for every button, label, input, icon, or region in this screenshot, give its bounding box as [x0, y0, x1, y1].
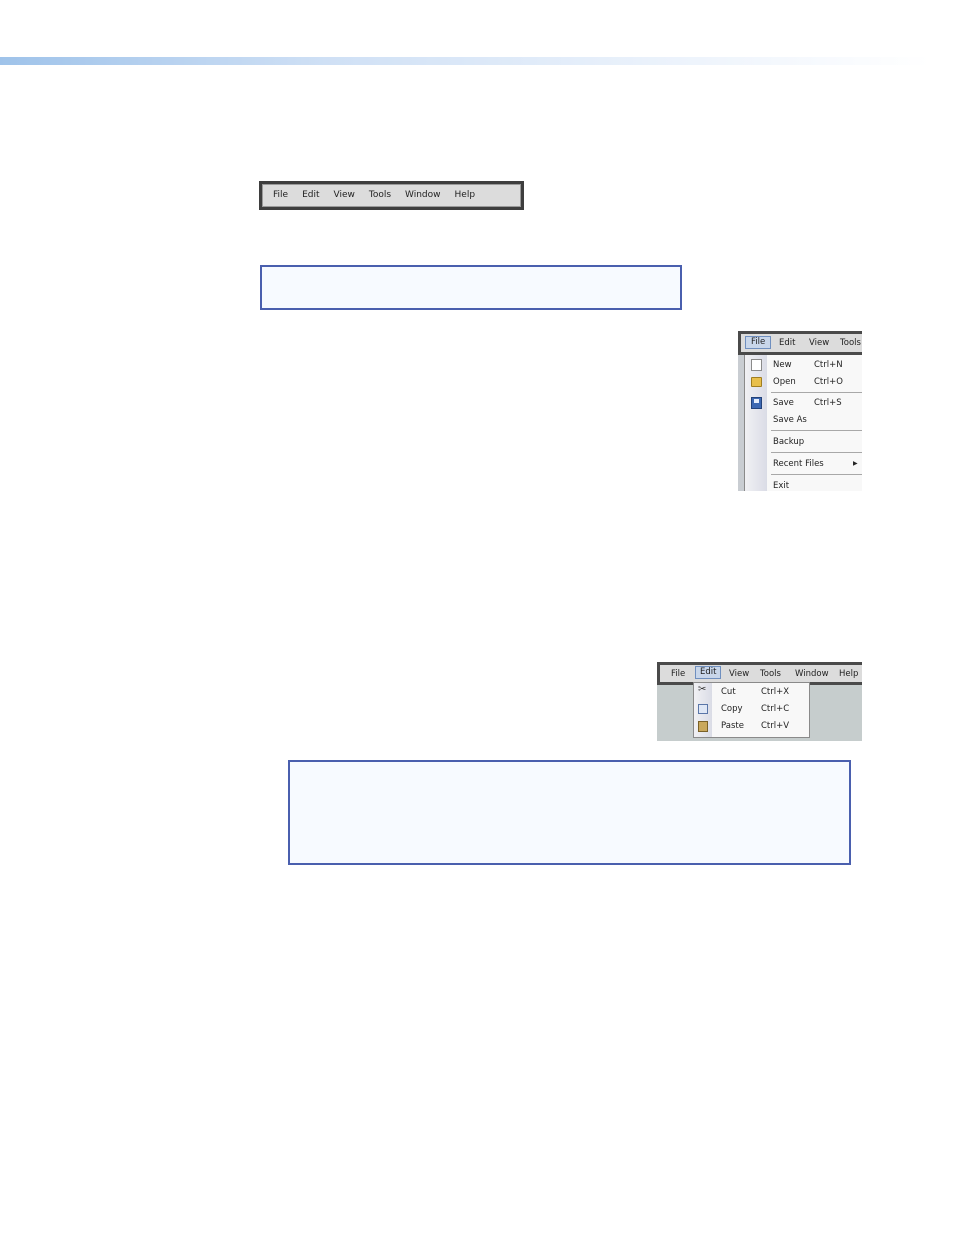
- menu-window[interactable]: Window: [795, 670, 829, 679]
- menu-file[interactable]: File: [273, 191, 288, 200]
- clipboard-icon: [698, 721, 708, 732]
- main-menubar-screenshot: File Edit View Tools Window Help: [259, 181, 524, 210]
- menu-item-open[interactable]: Open Ctrl+O: [773, 375, 862, 389]
- menu-item-backup[interactable]: Backup: [773, 435, 862, 449]
- menu-edit-active[interactable]: Edit: [695, 666, 722, 679]
- note-box-2: [288, 760, 851, 865]
- submenu-arrow-icon: ▶: [853, 460, 858, 467]
- menu-help[interactable]: Help: [839, 670, 858, 679]
- menu-view[interactable]: View: [809, 339, 829, 348]
- menu-view[interactable]: View: [334, 191, 355, 200]
- menu-separator: [771, 452, 862, 453]
- menu-separator: [771, 430, 862, 431]
- header-band: [0, 57, 930, 65]
- menu-window[interactable]: Window: [405, 191, 441, 200]
- menu-edit[interactable]: Edit: [779, 339, 795, 348]
- menu-separator: [771, 474, 862, 475]
- new-document-icon: [751, 359, 762, 371]
- menu-tools[interactable]: Tools: [369, 191, 391, 200]
- menu-item-paste[interactable]: Paste Ctrl+V: [721, 719, 811, 733]
- menu-item-save[interactable]: Save Ctrl+S: [773, 396, 862, 410]
- menu-help[interactable]: Help: [455, 191, 476, 200]
- main-menubar: File Edit View Tools Window Help: [262, 184, 521, 207]
- file-menu-screenshot: File Edit View Tools New Ctrl+N Open Ctr…: [738, 331, 862, 491]
- menu-item-exit[interactable]: Exit: [773, 479, 862, 491]
- menu-tools[interactable]: Tools: [840, 339, 861, 348]
- save-disk-icon: [751, 397, 762, 409]
- menu-file[interactable]: File: [671, 670, 685, 679]
- menu-item-cut[interactable]: Cut Ctrl+X: [721, 685, 811, 699]
- menu-item-new[interactable]: New Ctrl+N: [773, 358, 862, 372]
- file-shot-menubar: File Edit View Tools: [738, 331, 862, 355]
- menu-item-recent-files[interactable]: Recent Files ▶: [773, 457, 862, 471]
- note-box-1: [260, 265, 682, 310]
- menu-edit[interactable]: Edit: [302, 191, 319, 200]
- open-folder-icon: [751, 377, 762, 387]
- menu-file-active[interactable]: File: [745, 336, 772, 349]
- file-dropdown-menu: New Ctrl+N Open Ctrl+O Save Ctrl+S Save …: [744, 355, 862, 491]
- menu-separator: [771, 392, 862, 393]
- copy-icon: [698, 704, 708, 714]
- scissors-icon: [698, 684, 709, 698]
- menu-item-save-as[interactable]: Save As: [773, 413, 862, 427]
- menu-item-copy[interactable]: Copy Ctrl+C: [721, 702, 811, 716]
- menu-tools[interactable]: Tools: [760, 670, 781, 679]
- edit-dropdown-menu: Cut Ctrl+X Copy Ctrl+C Paste Ctrl+V: [693, 682, 810, 738]
- edit-menu-screenshot: File Edit View Tools Window Help Cut Ctr…: [657, 662, 862, 741]
- menu-view[interactable]: View: [729, 670, 749, 679]
